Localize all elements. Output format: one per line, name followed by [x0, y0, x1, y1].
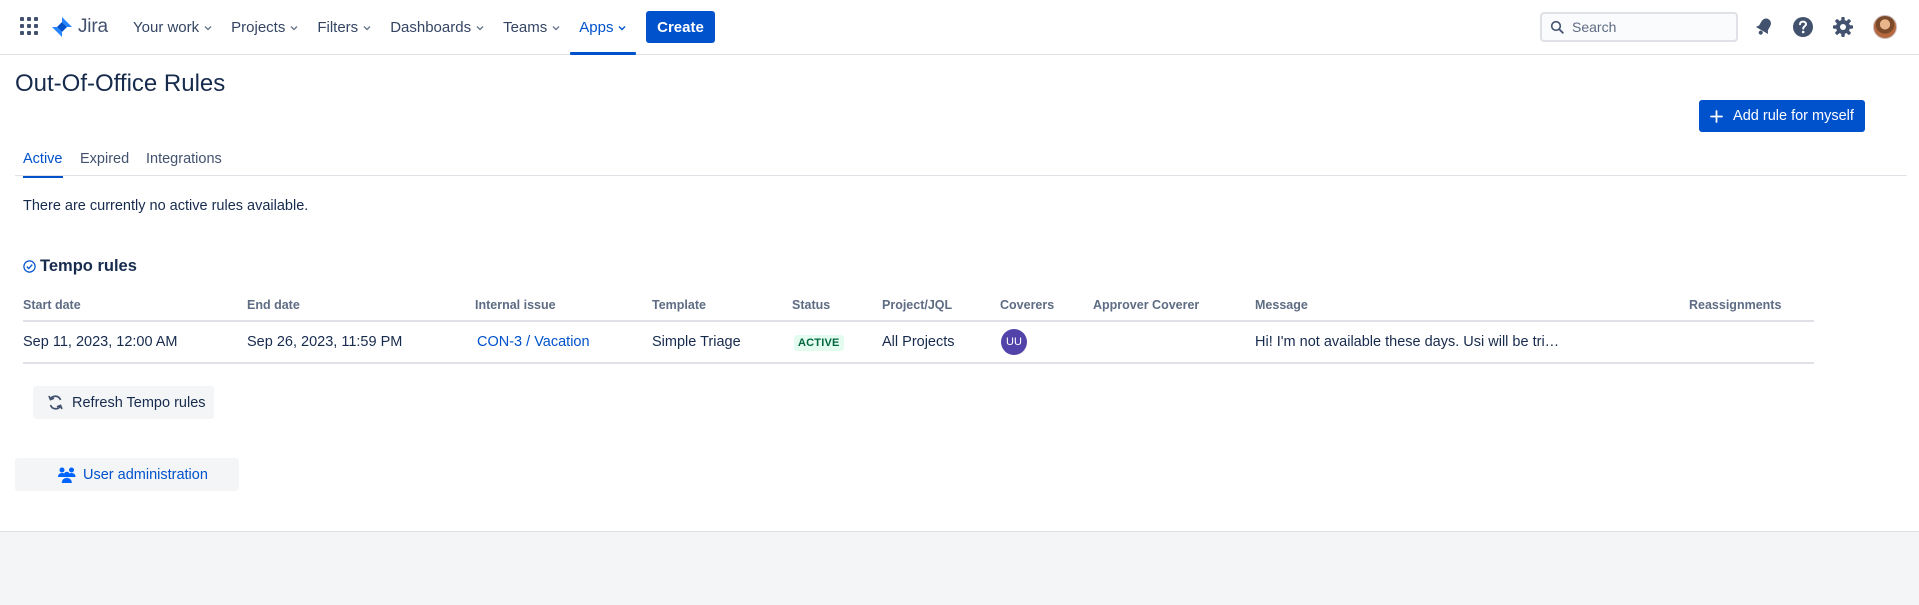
cell-template: Simple Triage: [652, 321, 792, 364]
settings-icon[interactable]: [1831, 15, 1855, 39]
cell-message: Hi! I'm not available these days. Usi wi…: [1255, 321, 1689, 364]
status-badge: ACTIVE: [794, 334, 844, 351]
nav-apps[interactable]: Apps: [570, 0, 637, 55]
tempo-rules-table: Start date End date Internal issue Templ…: [23, 290, 1814, 364]
col-status: Status: [792, 290, 882, 322]
refresh-label: Refresh Tempo rules: [72, 394, 206, 411]
nav-your-work[interactable]: Your work: [124, 0, 222, 55]
table-row: Sep 11, 2023, 12:00 AM Sep 26, 2023, 11:…: [23, 321, 1814, 364]
tempo-rules-heading: Tempo rules: [23, 257, 137, 276]
nav-label: Your work: [133, 19, 200, 36]
col-reassignments: Reassignments: [1689, 290, 1814, 322]
col-end-date: End date: [247, 290, 475, 322]
notifications-icon[interactable]: [1752, 15, 1776, 39]
nav-label: Teams: [503, 19, 548, 36]
rules-tabs: Active Expired Integrations: [15, 145, 1907, 178]
nav-teams[interactable]: Teams: [494, 0, 570, 55]
internal-issue-link[interactable]: CON-3 / Vacation: [477, 334, 590, 350]
coverer-avatar[interactable]: UU: [1001, 329, 1027, 355]
help-icon[interactable]: [1791, 15, 1815, 39]
refresh-icon: [48, 395, 63, 410]
chevron-down-icon: [363, 25, 371, 30]
col-message: Message: [1255, 290, 1689, 322]
profile-avatar[interactable]: [1873, 15, 1897, 39]
cell-reassignments: [1689, 321, 1814, 364]
cell-start-date: Sep 11, 2023, 12:00 AM: [23, 321, 247, 364]
cell-end-date: Sep 26, 2023, 11:59 PM: [247, 321, 475, 364]
col-internal-issue: Internal issue: [475, 290, 652, 322]
cell-coverers: UU: [1000, 321, 1093, 364]
col-project-jql: Project/JQL: [882, 290, 1000, 322]
nav-label: Dashboards: [390, 19, 472, 36]
cell-status: ACTIVE: [792, 321, 882, 364]
col-start-date: Start date: [23, 290, 247, 322]
search-box[interactable]: [1540, 12, 1738, 42]
table-header: Start date End date Internal issue Templ…: [23, 290, 1814, 322]
nav-label: Projects: [231, 19, 286, 36]
top-navigation: Jira Your work Projects Filters Dashboar…: [0, 0, 1919, 55]
col-approver-coverer: Approver Coverer: [1093, 290, 1255, 322]
users-icon: [58, 467, 76, 483]
create-button[interactable]: Create: [646, 11, 715, 43]
chevron-down-icon: [290, 25, 298, 30]
app-switcher-icon[interactable]: [20, 17, 38, 35]
search-icon: [1550, 20, 1564, 34]
col-template: Template: [652, 290, 792, 322]
chevron-down-icon: [618, 25, 626, 30]
tempo-rules-title: Tempo rules: [40, 257, 137, 275]
table-header-row: Start date End date Internal issue Templ…: [23, 290, 1814, 322]
chevron-down-icon: [476, 25, 484, 30]
primary-nav: Your work Projects Filters Dashboards Te…: [124, 0, 637, 55]
check-circle-icon: [23, 260, 36, 273]
cell-project-jql: All Projects: [882, 321, 1000, 364]
page-footer: [0, 531, 1919, 605]
add-rule-label: Add rule for myself: [1733, 108, 1854, 124]
search-input[interactable]: [1570, 18, 1734, 36]
nav-projects[interactable]: Projects: [222, 0, 308, 55]
tab-expired[interactable]: Expired: [80, 151, 129, 174]
nav-label: Apps: [579, 19, 614, 36]
cell-approver-coverer: [1093, 321, 1255, 364]
cell-internal-issue: CON-3 / Vacation: [475, 321, 652, 364]
user-administration-button[interactable]: User administration: [15, 458, 239, 491]
logo-text: Jira: [78, 16, 108, 37]
add-rule-button[interactable]: Add rule for myself: [1699, 100, 1865, 132]
tab-active[interactable]: Active: [23, 151, 63, 178]
chevron-down-icon: [552, 25, 560, 30]
nav-label: Filters: [317, 19, 359, 36]
page-title: Out-Of-Office Rules: [15, 70, 226, 97]
plus-icon: [1710, 109, 1723, 123]
no-active-rules-message: There are currently no active rules avai…: [23, 198, 309, 214]
jira-logo-icon: [52, 17, 72, 37]
tab-integrations[interactable]: Integrations: [146, 151, 222, 174]
col-coverers: Coverers: [1000, 290, 1093, 322]
refresh-tempo-rules-button[interactable]: Refresh Tempo rules: [33, 386, 214, 419]
chevron-down-icon: [204, 25, 212, 30]
jira-logo[interactable]: Jira: [52, 14, 108, 40]
nav-filters[interactable]: Filters: [308, 0, 381, 55]
user-administration-label: User administration: [83, 466, 208, 483]
nav-dashboards[interactable]: Dashboards: [381, 0, 494, 55]
